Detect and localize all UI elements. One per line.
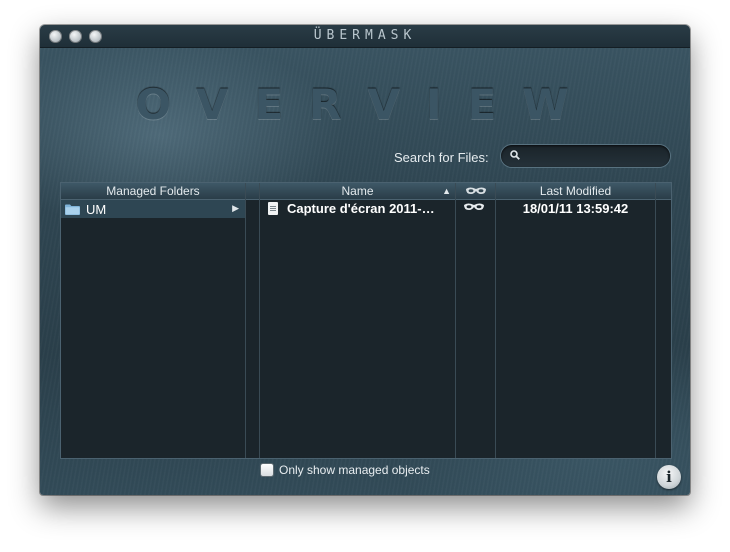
sort-ascending-icon: ▲ bbox=[442, 186, 451, 196]
column-header-name[interactable]: Name ▲ bbox=[260, 183, 455, 200]
column-header-masked[interactable] bbox=[456, 183, 495, 200]
overview-table: Managed Folders Name ▲ Last Modified UM bbox=[60, 182, 672, 459]
column-header-filler bbox=[656, 183, 671, 200]
search-field[interactable] bbox=[501, 145, 670, 167]
managed-only-label[interactable]: Only show managed objects bbox=[279, 463, 430, 477]
column-header-managed-folders[interactable]: Managed Folders bbox=[61, 183, 245, 200]
document-icon bbox=[268, 202, 278, 215]
column-header-spacer bbox=[246, 183, 259, 200]
mask-icon bbox=[465, 187, 486, 194]
folder-label: UM bbox=[86, 202, 107, 217]
column-header-name-label: Name bbox=[341, 184, 374, 198]
column-header-last-modified[interactable]: Last Modified bbox=[496, 183, 655, 200]
app-title: ÜBERMASK bbox=[313, 28, 417, 43]
column-divider bbox=[495, 183, 496, 458]
mask-icon bbox=[464, 203, 484, 210]
search-input[interactable] bbox=[525, 147, 667, 167]
main-window: ÜBERMASK OVERVIEW Search for Files: Mana… bbox=[40, 25, 690, 495]
info-button[interactable]: i bbox=[657, 465, 681, 489]
search-label: Search for Files: bbox=[394, 150, 489, 165]
chevron-right-icon[interactable]: ▶ bbox=[232, 203, 239, 214]
search-icon bbox=[510, 149, 520, 163]
managed-only-checkbox[interactable] bbox=[261, 464, 273, 476]
file-row[interactable]: Capture d'écran 2011-… 18/01/11 13:59:42 bbox=[260, 200, 656, 218]
column-divider bbox=[245, 183, 246, 458]
title-bar[interactable]: ÜBERMASK bbox=[40, 25, 690, 48]
column-divider bbox=[259, 183, 260, 458]
file-last-modified: 18/01/11 13:59:42 bbox=[522, 201, 629, 216]
column-divider bbox=[655, 183, 656, 458]
column-divider bbox=[455, 183, 456, 458]
folder-icon bbox=[65, 204, 80, 215]
file-name: Capture d'écran 2011-… bbox=[287, 201, 435, 216]
page-heading: OVERVIEW bbox=[135, 80, 595, 129]
folder-row-um[interactable]: UM ▶ bbox=[61, 200, 245, 218]
